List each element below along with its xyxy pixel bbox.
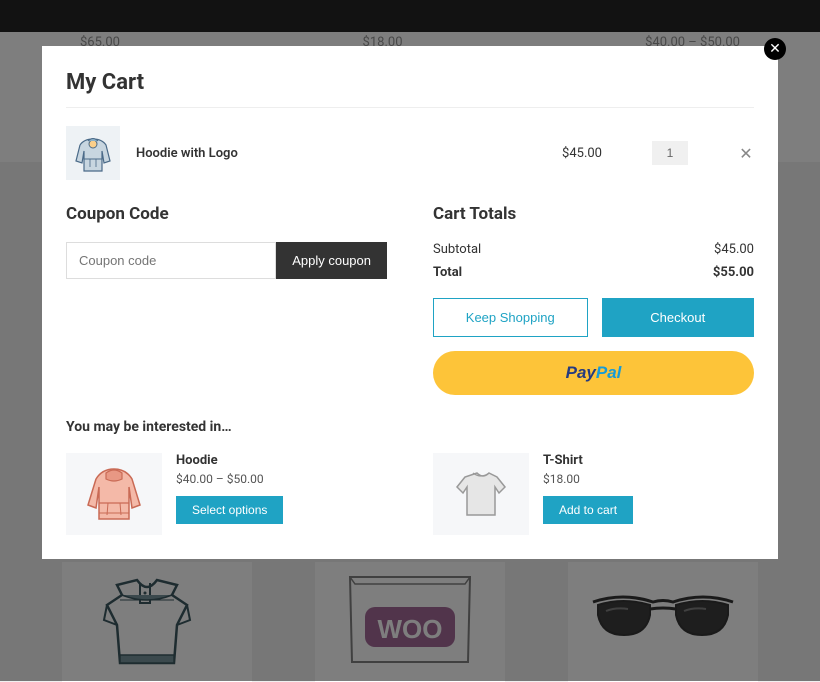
cart-title: My Cart <box>66 70 754 95</box>
coupon-input[interactable] <box>66 242 276 279</box>
tshirt-icon <box>453 469 509 519</box>
paypal-logo-pay: Pay <box>566 363 596 383</box>
divider <box>66 107 754 108</box>
add-to-cart-button[interactable]: Add to cart <box>543 496 633 524</box>
close-icon: ✕ <box>769 41 781 57</box>
item-quantity-input[interactable] <box>652 141 688 165</box>
upsell-price: $18.00 <box>543 472 633 486</box>
totals-section: Cart Totals Subtotal $45.00 Total $55.00… <box>433 204 754 395</box>
item-thumbnail[interactable] <box>66 126 120 180</box>
upsell-thumbnail[interactable] <box>66 453 162 535</box>
paypal-logo-pal: Pal <box>596 363 622 383</box>
close-button[interactable]: ✕ <box>764 38 786 60</box>
select-options-button[interactable]: Select options <box>176 496 283 524</box>
paypal-button[interactable]: PayPal <box>433 351 754 395</box>
total-value: $55.00 <box>713 265 754 280</box>
subtotal-value: $45.00 <box>714 242 754 257</box>
checkout-button[interactable]: Checkout <box>602 298 755 337</box>
upsell-item: Hoodie $40.00 – $50.00 Select options <box>66 453 387 535</box>
item-name[interactable]: Hoodie with Logo <box>136 146 562 161</box>
cart-modal: ✕ My Cart Hoodie with Logo $45.00 ✕ Coup… <box>42 46 778 559</box>
upsell-price: $40.00 – $50.00 <box>176 472 283 486</box>
remove-item-button[interactable]: ✕ <box>738 144 754 163</box>
hoodie-icon <box>84 465 144 523</box>
apply-coupon-button[interactable]: Apply coupon <box>276 242 387 279</box>
subtotal-label: Subtotal <box>433 242 481 257</box>
totals-title: Cart Totals <box>433 204 754 224</box>
close-icon: ✕ <box>739 144 752 163</box>
upsell-name[interactable]: Hoodie <box>176 453 283 468</box>
upsell-item: T-Shirt $18.00 Add to cart <box>433 453 754 535</box>
coupon-title: Coupon Code <box>66 204 387 224</box>
upsell-title: You may be interested in… <box>66 419 754 435</box>
total-label: Total <box>433 265 462 280</box>
hoodie-logo-icon <box>74 133 112 173</box>
item-price: $45.00 <box>562 146 602 161</box>
keep-shopping-button[interactable]: Keep Shopping <box>433 298 588 337</box>
cart-item-row: Hoodie with Logo $45.00 ✕ <box>66 126 754 180</box>
upsell-name[interactable]: T-Shirt <box>543 453 633 468</box>
upsell-thumbnail[interactable] <box>433 453 529 535</box>
coupon-section: Coupon Code Apply coupon <box>66 204 387 395</box>
